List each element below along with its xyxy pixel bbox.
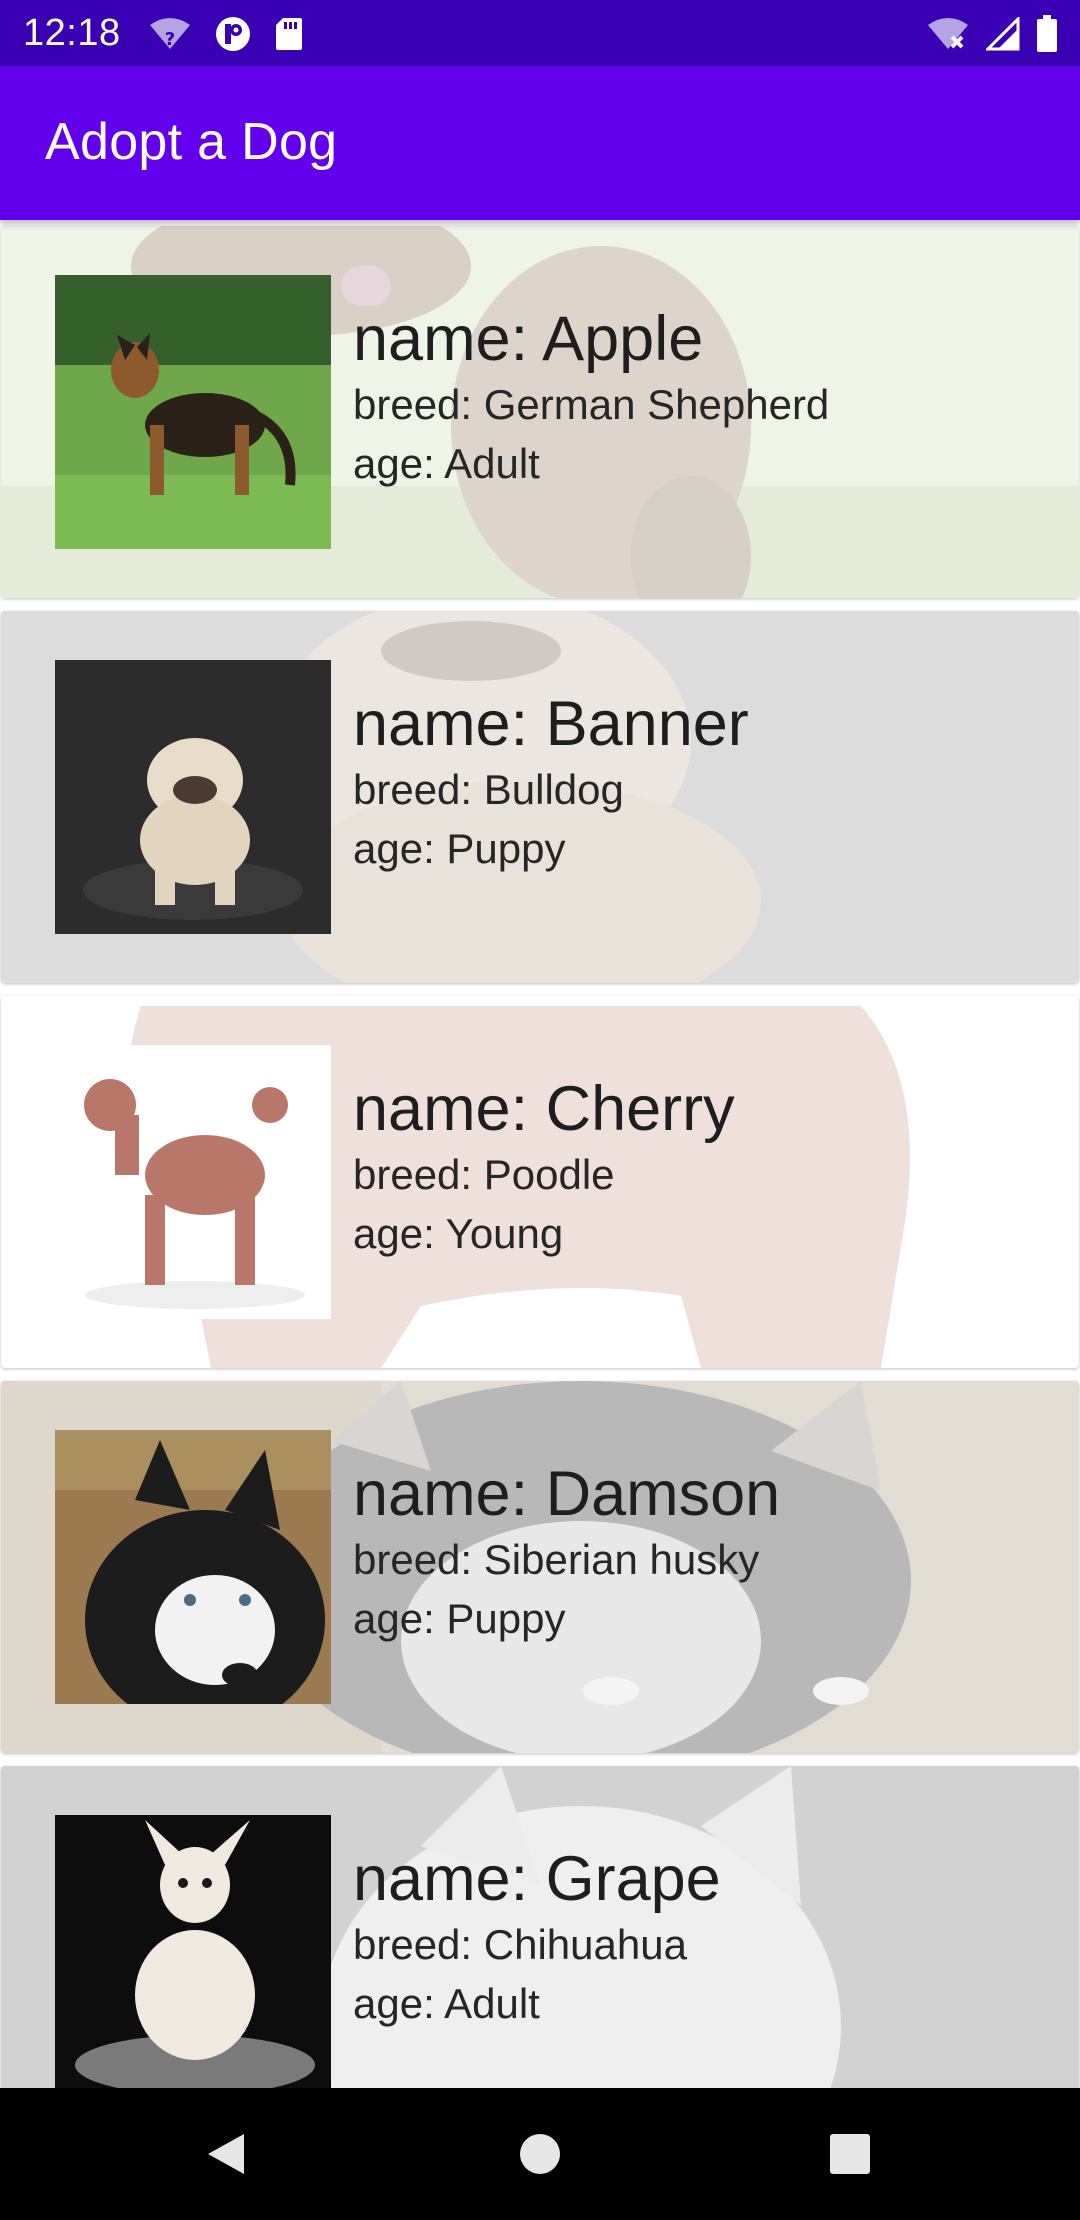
status-left-icons: ? <box>148 14 304 54</box>
dog-card-cherry[interactable]: name: Cherry breed: Poodle age: Young <box>1 996 1079 1368</box>
status-bar: 12:18 ? <box>0 0 1080 66</box>
wifi-x-icon <box>926 17 970 51</box>
dog-photo-german-shepherd <box>55 275 331 549</box>
dog-breed: breed: Siberian husky <box>353 1536 760 1583</box>
dog-name: name: Banner <box>353 689 749 759</box>
svg-text:?: ? <box>165 29 175 50</box>
recents-button[interactable] <box>770 2088 930 2220</box>
dog-name: name: Grape <box>353 1844 721 1914</box>
dog-card-banner[interactable]: name: Banner breed: Bulldog age: Puppy <box>1 611 1079 983</box>
dog-card-damson[interactable]: name: Damson breed: Siberian husky age: … <box>1 1381 1079 1753</box>
status-right-icons <box>926 14 1058 54</box>
navigation-bar <box>0 2088 1080 2220</box>
dog-card-grape[interactable]: name: Grape breed: Chihuahua age: Adult <box>1 1766 1079 2088</box>
app-bar: Adopt a Dog <box>0 66 1080 220</box>
dog-info: name: Grape breed: Chihuahua age: Adult <box>353 1844 721 2033</box>
battery-icon <box>1036 15 1058 53</box>
dog-age: age: Adult <box>353 1980 540 2027</box>
dog-age: age: Puppy <box>353 825 566 872</box>
dog-breed: breed: Poodle <box>353 1151 615 1198</box>
recents-icon <box>830 2134 870 2174</box>
dog-age: age: Adult <box>353 440 540 487</box>
wifi-question-icon: ? <box>148 17 192 51</box>
dog-age: age: Puppy <box>353 1595 566 1642</box>
home-icon <box>520 2134 560 2174</box>
dog-card-apple[interactable]: name: Apple breed: German Shepherd age: … <box>1 226 1079 598</box>
dog-info: name: Damson breed: Siberian husky age: … <box>353 1459 780 1648</box>
dog-name: name: Apple <box>353 304 704 374</box>
dog-photo-poodle <box>55 1045 331 1319</box>
dog-photo-siberian-husky <box>55 1430 331 1704</box>
dog-photo-chihuahua <box>55 1815 331 2088</box>
signal-icon <box>986 17 1020 51</box>
back-button[interactable] <box>146 2088 306 2220</box>
dog-name: name: Damson <box>353 1459 781 1529</box>
dog-name: name: Cherry <box>353 1074 735 1144</box>
sd-card-icon <box>274 16 304 52</box>
dog-list[interactable]: name: Apple breed: German Shepherd age: … <box>0 220 1080 2088</box>
dog-breed: breed: Chihuahua <box>353 1921 687 1968</box>
vpn-key-icon <box>214 15 252 53</box>
back-icon <box>208 2134 244 2174</box>
dog-info: name: Banner breed: Bulldog age: Puppy <box>353 689 749 878</box>
home-button[interactable] <box>460 2088 620 2220</box>
dog-photo-bulldog <box>55 660 331 934</box>
dog-breed: breed: Bulldog <box>353 766 624 813</box>
dog-age: age: Young <box>353 1210 564 1257</box>
app-title: Adopt a Dog <box>45 113 338 171</box>
dog-breed: breed: German Shepherd <box>353 381 830 428</box>
status-time: 12:18 <box>23 12 121 54</box>
dog-info: name: Apple breed: German Shepherd age: … <box>353 304 829 493</box>
dog-info: name: Cherry breed: Poodle age: Young <box>353 1074 735 1263</box>
